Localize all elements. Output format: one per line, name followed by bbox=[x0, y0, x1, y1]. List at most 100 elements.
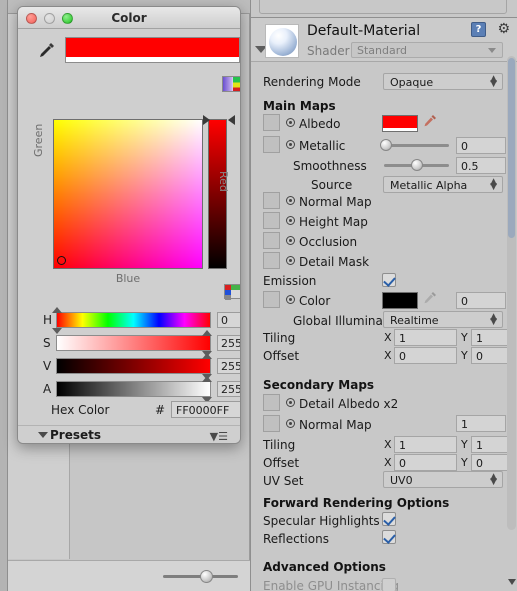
channel-slider-v[interactable] bbox=[56, 358, 211, 374]
occlusion-texture-slot[interactable] bbox=[263, 232, 280, 249]
color-dialog-body: Green Blue Red H 0 S 255 V 255 A 255 Hex… bbox=[18, 29, 240, 443]
main-offset-x-input[interactable]: 0 bbox=[394, 347, 457, 364]
shader-dropdown[interactable]: Standard bbox=[351, 42, 503, 58]
source-dropdown[interactable]: Metallic Alpha ▲ ▼ bbox=[383, 176, 503, 193]
color-sliders-mode-icon[interactable] bbox=[224, 284, 240, 300]
detail-albedo-label: Detail Albedo x2 bbox=[299, 397, 399, 411]
main-offset-y-input[interactable]: 0 bbox=[471, 347, 509, 364]
color-square-cursor-icon[interactable] bbox=[57, 256, 66, 265]
channel-h-thumb-top-icon[interactable] bbox=[52, 307, 62, 313]
main-tiling-y-input[interactable]: 1 bbox=[471, 329, 509, 346]
channel-value-s[interactable]: 255 bbox=[217, 335, 240, 351]
secondary-normal-map-texture-slot[interactable] bbox=[263, 415, 280, 432]
reflections-label: Reflections bbox=[263, 532, 329, 546]
secondary-tiling-y-input[interactable]: 1 bbox=[471, 436, 509, 453]
inspector-panel: Default-Material Shader Standard ? ⚙ Ren… bbox=[250, 0, 517, 591]
thumbnail-zoom-slider-knob[interactable] bbox=[200, 570, 213, 583]
red-slider-marker-left-icon[interactable] bbox=[203, 115, 210, 125]
emission-eyedropper-icon[interactable] bbox=[423, 291, 437, 306]
channel-slider-s[interactable] bbox=[56, 335, 211, 351]
secondary-normal-map-value-input[interactable]: 1 bbox=[456, 415, 506, 432]
occlusion-toggle-icon[interactable] bbox=[286, 236, 295, 245]
main-offset-label: Offset bbox=[263, 349, 300, 363]
metallic-texture-slot[interactable] bbox=[263, 136, 280, 153]
color-square-blue-overlay bbox=[54, 120, 202, 268]
reflections-checkbox[interactable] bbox=[382, 530, 396, 544]
channel-v-thumb-top-icon[interactable] bbox=[202, 353, 212, 359]
albedo-eyedropper-icon[interactable] bbox=[423, 114, 437, 129]
normal-map-toggle-icon[interactable] bbox=[286, 196, 295, 205]
metallic-slider-knob[interactable] bbox=[380, 139, 392, 151]
main-tiling-x-input[interactable]: 1 bbox=[394, 329, 457, 346]
channel-row-v: V 255 bbox=[18, 353, 240, 380]
channel-row-s: S 255 bbox=[18, 330, 240, 357]
channel-value-a[interactable]: 255 bbox=[217, 381, 240, 397]
emission-label: Emission bbox=[263, 274, 317, 288]
secondary-tiling-x-input[interactable]: 1 bbox=[394, 436, 457, 453]
albedo-texture-slot[interactable] bbox=[263, 114, 280, 131]
secondary-maps-title: Secondary Maps bbox=[263, 378, 375, 392]
gpu-instancing-label: Enable GPU Instancing bbox=[263, 579, 400, 591]
detail-mask-toggle-icon[interactable] bbox=[286, 256, 295, 265]
project-panel-footer bbox=[8, 560, 250, 591]
advanced-options-title: Advanced Options bbox=[263, 560, 386, 574]
secondary-tiling-x-label: X bbox=[384, 438, 392, 451]
rendering-mode-dropdown[interactable]: Opaque ▲ ▼ bbox=[383, 73, 503, 90]
albedo-color-swatch[interactable] bbox=[382, 115, 418, 132]
detail-mask-texture-slot[interactable] bbox=[263, 252, 280, 269]
emission-checkbox[interactable] bbox=[382, 273, 396, 287]
metallic-toggle-icon[interactable] bbox=[286, 140, 295, 149]
channel-slider-a[interactable] bbox=[56, 381, 211, 397]
smoothness-slider-knob[interactable] bbox=[411, 159, 423, 171]
emission-color-toggle-icon[interactable] bbox=[286, 295, 295, 304]
secondary-normal-map-toggle-icon[interactable] bbox=[286, 419, 295, 428]
emission-intensity-input[interactable]: 0 bbox=[456, 292, 506, 309]
normal-map-label: Normal Map bbox=[299, 195, 372, 209]
updown-arrows-icon: ▲ ▼ bbox=[490, 312, 497, 327]
specular-highlights-checkbox[interactable] bbox=[382, 512, 396, 526]
albedo-toggle-icon[interactable] bbox=[286, 118, 295, 127]
normal-map-texture-slot[interactable] bbox=[263, 192, 280, 209]
metallic-value-input[interactable]: 0 bbox=[456, 137, 506, 154]
smoothness-value-input[interactable]: 0.5 bbox=[456, 157, 506, 174]
height-map-toggle-icon[interactable] bbox=[286, 216, 295, 225]
red-channel-slider[interactable] bbox=[208, 119, 227, 269]
color-dialog-titlebar[interactable]: Color bbox=[18, 7, 240, 29]
presets-menu-icon[interactable]: ▼☰ bbox=[210, 430, 228, 443]
channel-label-s: S bbox=[43, 336, 51, 350]
inspector-scrollbar-thumb[interactable] bbox=[508, 58, 515, 238]
selected-color-swatch[interactable] bbox=[65, 37, 240, 63]
emission-color-swatch[interactable] bbox=[382, 292, 418, 309]
channel-value-h[interactable]: 0 bbox=[217, 312, 240, 328]
secondary-offset-x-input[interactable]: 0 bbox=[394, 454, 457, 471]
uv-set-dropdown[interactable]: UV0 ▲ ▼ bbox=[383, 471, 503, 488]
hex-color-input[interactable]: FF0000FF bbox=[171, 401, 240, 418]
detail-albedo-toggle-icon[interactable] bbox=[286, 398, 295, 407]
emission-color-fill bbox=[383, 293, 417, 308]
inspector-scroll-down-icon[interactable] bbox=[508, 579, 516, 585]
secondary-offset-label: Offset bbox=[263, 456, 300, 470]
eyedropper-icon[interactable] bbox=[35, 40, 57, 62]
red-slider-marker-right-icon[interactable] bbox=[228, 115, 235, 125]
global-illumination-dropdown[interactable]: Realtime ▲ ▼ bbox=[383, 311, 503, 328]
color-square-field[interactable] bbox=[53, 119, 203, 269]
channel-a-thumb-top-icon[interactable] bbox=[202, 376, 212, 382]
gear-icon[interactable]: ⚙ bbox=[497, 21, 510, 37]
height-map-texture-slot[interactable] bbox=[263, 212, 280, 229]
specular-highlights-label: Specular Highlights bbox=[263, 514, 380, 528]
emission-color-texture-slot[interactable] bbox=[263, 291, 280, 308]
color-wheel-mode-icon[interactable] bbox=[222, 76, 240, 92]
secondary-offset-y-input[interactable]: 0 bbox=[471, 454, 509, 471]
gpu-instancing-checkbox[interactable] bbox=[382, 578, 396, 591]
rendering-mode-value: Opaque bbox=[390, 76, 434, 89]
metallic-slider-track[interactable] bbox=[384, 144, 449, 147]
detail-albedo-texture-slot[interactable] bbox=[263, 394, 280, 411]
channel-value-v[interactable]: 255 bbox=[217, 358, 240, 374]
presets-foldout-arrow-icon[interactable] bbox=[38, 432, 48, 438]
help-icon[interactable]: ? bbox=[471, 22, 486, 37]
source-label: Source bbox=[311, 178, 353, 192]
channel-slider-h[interactable] bbox=[56, 312, 211, 328]
color-square-x-axis-label: Blue bbox=[115, 272, 141, 285]
channel-s-thumb-top-icon[interactable] bbox=[202, 330, 212, 336]
global-illumination-label: Global Illuminati bbox=[293, 314, 391, 328]
